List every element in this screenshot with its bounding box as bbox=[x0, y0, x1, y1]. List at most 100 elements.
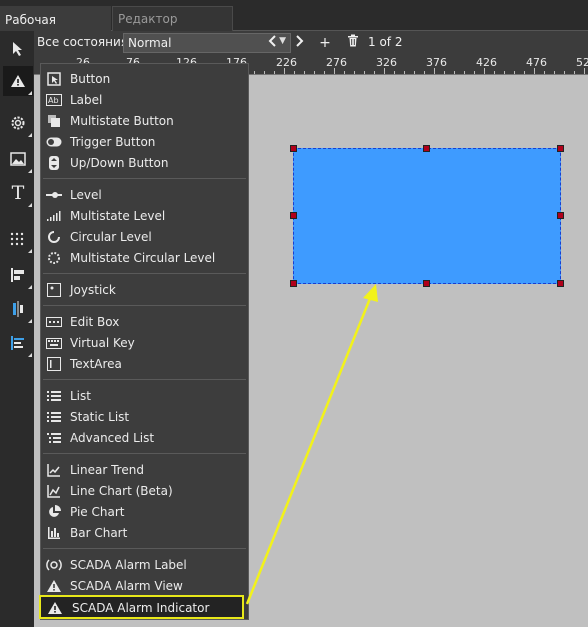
list-icon bbox=[46, 388, 62, 404]
select-arrow-icon[interactable] bbox=[3, 34, 33, 64]
menu-item-updown-button[interactable]: Up/Down Button bbox=[41, 153, 248, 174]
ruler-tick bbox=[424, 71, 425, 74]
dots-grid-icon[interactable] bbox=[3, 224, 33, 254]
ruler-tick bbox=[434, 68, 435, 74]
menu-item-advanced-list[interactable]: Advanced List bbox=[41, 428, 248, 449]
ruler-tick-label: 326 bbox=[376, 56, 397, 69]
ruler-tick bbox=[454, 71, 455, 74]
menu-separator bbox=[43, 178, 246, 179]
ruler-tick-label: 376 bbox=[426, 56, 447, 69]
ruler-tick bbox=[584, 68, 585, 74]
resize-handle[interactable] bbox=[290, 212, 297, 219]
tab-workspace[interactable]: Рабочая область bbox=[0, 6, 111, 51]
ruler-tick-label: 276 bbox=[326, 56, 347, 69]
ruler-tick bbox=[254, 71, 255, 74]
multistate-level-icon bbox=[46, 208, 62, 224]
ruler-tick bbox=[334, 68, 335, 74]
trash-icon[interactable] bbox=[342, 32, 364, 54]
button-icon bbox=[46, 71, 62, 87]
linear-trend-icon bbox=[46, 462, 62, 478]
menu-item-scada-alarm-label[interactable]: SCADA Alarm Label bbox=[41, 555, 248, 576]
menu-item-circular-level[interactable]: Circular Level bbox=[41, 227, 248, 248]
ruler-tick bbox=[394, 71, 395, 74]
ruler-tick bbox=[404, 71, 405, 74]
tab-script-editor[interactable]: Редактор скриптов bbox=[112, 6, 233, 50]
menu-item-line-chart[interactable]: Line Chart (Beta) bbox=[41, 481, 248, 502]
ruler-tick bbox=[374, 71, 375, 74]
align-left-icon[interactable] bbox=[3, 260, 33, 290]
menu-item-textarea[interactable]: TextArea bbox=[41, 354, 248, 375]
menu-item-multistate-circular-level[interactable]: Multistate Circular Level bbox=[41, 248, 248, 269]
svg-text:Ab: Ab bbox=[48, 96, 59, 105]
menu-item-edit-box[interactable]: Edit Box bbox=[41, 312, 248, 333]
add-page-button[interactable]: + bbox=[314, 32, 336, 54]
menu-item-bar-chart[interactable]: Bar Chart bbox=[41, 523, 248, 544]
resize-handle[interactable] bbox=[557, 212, 564, 219]
ruler-tick bbox=[364, 71, 365, 74]
line-chart-icon bbox=[46, 483, 62, 499]
resize-handle[interactable] bbox=[290, 280, 297, 287]
menu-item-scada-alarm-view[interactable]: SCADA Alarm View bbox=[41, 576, 248, 597]
ruler-tick bbox=[534, 68, 535, 74]
menu-separator bbox=[43, 273, 246, 274]
page-counter: 1 of 2 bbox=[368, 35, 403, 49]
static-list-icon bbox=[46, 409, 62, 425]
ruler-tick bbox=[564, 71, 565, 74]
text-align-icon[interactable] bbox=[3, 328, 33, 358]
toolbar: Все состояния Normal ▼ + 1 of 2 bbox=[34, 31, 588, 55]
ruler-tick bbox=[474, 71, 475, 74]
text-icon[interactable]: T bbox=[3, 178, 33, 208]
menu-item-static-list[interactable]: Static List bbox=[41, 407, 248, 428]
resize-handle[interactable] bbox=[290, 145, 297, 152]
ruler-tick bbox=[274, 71, 275, 74]
ruler-tick-label: 526 bbox=[576, 56, 588, 69]
menu-item-pie-chart[interactable]: Pie Chart bbox=[41, 502, 248, 523]
ruler-tick bbox=[514, 71, 515, 74]
menu-item-virtual-key[interactable]: Virtual Key bbox=[41, 333, 248, 354]
trigger-button-icon bbox=[46, 134, 62, 150]
ruler-tick bbox=[544, 71, 545, 74]
chevron-right-icon[interactable] bbox=[288, 32, 310, 54]
selected-rectangle[interactable] bbox=[293, 148, 561, 284]
menu-item-button[interactable]: Button bbox=[41, 69, 248, 90]
menu-item-linear-trend[interactable]: Linear Trend bbox=[41, 460, 248, 481]
menu-item-list[interactable]: List bbox=[41, 386, 248, 407]
textarea-icon bbox=[46, 356, 62, 372]
widget-menu: Button Ab Label Multistate Button Trigge… bbox=[39, 63, 249, 620]
menu-item-scada-alarm-indicator[interactable]: SCADA Alarm Indicator bbox=[39, 595, 244, 619]
image-icon[interactable] bbox=[3, 144, 33, 174]
menu-item-joystick[interactable]: Joystick bbox=[41, 280, 248, 301]
menu-item-multistate-button[interactable]: Multistate Button bbox=[41, 111, 248, 132]
alarm-label-icon bbox=[46, 557, 62, 573]
resize-handle[interactable] bbox=[557, 145, 564, 152]
bar-chart-icon bbox=[46, 525, 62, 541]
ruler-tick bbox=[574, 71, 575, 74]
ruler-tick bbox=[284, 68, 285, 74]
label-icon: Ab bbox=[46, 92, 62, 108]
resize-handle[interactable] bbox=[423, 145, 430, 152]
menu-item-label[interactable]: Ab Label bbox=[41, 90, 248, 111]
ruler-tick bbox=[324, 71, 325, 74]
ruler-tick bbox=[354, 71, 355, 74]
edit-box-icon bbox=[46, 314, 62, 330]
menu-item-trigger-button[interactable]: Trigger Button bbox=[41, 132, 248, 153]
level-icon bbox=[46, 187, 62, 203]
menu-item-level[interactable]: Level bbox=[41, 185, 248, 206]
tab-bar: Рабочая область Редактор скриптов bbox=[0, 0, 588, 51]
multistate-button-icon bbox=[46, 113, 62, 129]
ruler-tick bbox=[554, 71, 555, 74]
chevron-left-icon[interactable] bbox=[262, 32, 284, 54]
ruler-tick bbox=[494, 71, 495, 74]
alarm-indicator-icon[interactable] bbox=[3, 66, 33, 96]
virtual-key-icon bbox=[46, 335, 62, 351]
ruler-tick-label: 426 bbox=[476, 56, 497, 69]
gear-icon[interactable] bbox=[3, 108, 33, 138]
distribute-icon[interactable] bbox=[3, 294, 33, 324]
ruler-tick bbox=[414, 71, 415, 74]
menu-item-multistate-level[interactable]: Multistate Level bbox=[41, 206, 248, 227]
ruler-tick bbox=[304, 71, 305, 74]
menu-separator bbox=[43, 548, 246, 549]
resize-handle[interactable] bbox=[423, 280, 430, 287]
resize-handle[interactable] bbox=[557, 280, 564, 287]
pie-chart-icon bbox=[46, 504, 62, 520]
